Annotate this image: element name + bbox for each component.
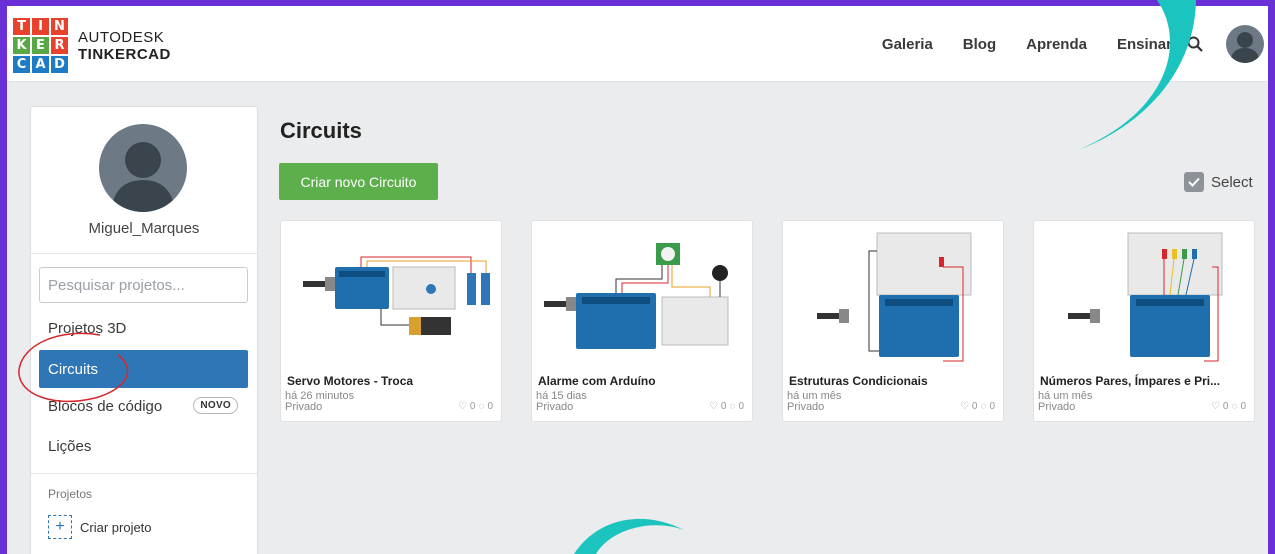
heart-icon: ♡ (457, 401, 467, 412)
create-project-label: Criar projeto (80, 519, 152, 535)
logo-letter: C (13, 56, 30, 73)
select-label: Select (1211, 173, 1253, 191)
tinkercad-logo[interactable]: T I N K E R C A D AUTODESK TINKERCAD (13, 18, 171, 73)
divider (31, 253, 257, 254)
nav-link-galeria[interactable]: Galeria (882, 36, 933, 53)
nav-link-aprenda[interactable]: Aprenda (1026, 36, 1087, 53)
nav-link-ensinar[interactable]: Ensinar (1117, 36, 1172, 53)
app-window: T I N K E R C A D AUTODESK TINKERCAD Gal… (7, 6, 1268, 554)
project-card[interactable]: Servo Motores - Troca há 26 minutos Priv… (280, 220, 502, 422)
checkmark-icon (1188, 177, 1200, 187)
project-card[interactable]: Estruturas Condicionais há um mês Privad… (782, 220, 1004, 422)
comments-count: 0 (1240, 401, 1246, 412)
project-privacy: Privado (536, 401, 574, 413)
project-card[interactable]: Alarme com Arduíno há 15 dias Privado ♡ 0… (531, 220, 753, 422)
user-avatar[interactable] (1226, 25, 1264, 63)
create-project-button[interactable]: + Criar projeto (48, 515, 152, 539)
checkbox[interactable] (1184, 172, 1204, 192)
project-stats: ♡ 0 ◌ 0 (458, 401, 493, 412)
projects-section-label: Projetos (48, 487, 93, 501)
avatar-silhouette-icon (1230, 32, 1260, 63)
sidebar-item-code-blocks[interactable]: Blocos de código NOVO (39, 387, 248, 425)
project-privacy: Privado (787, 401, 825, 413)
logo-letter: N (51, 18, 68, 35)
logo-letter: E (32, 37, 49, 54)
project-search-input[interactable] (39, 267, 248, 303)
comment-icon: ◌ (980, 401, 987, 412)
project-stats: ♡ 0 ◌ 0 (709, 401, 744, 412)
plus-icon: + (48, 515, 72, 539)
likes-count: 0 (469, 401, 476, 412)
logo-letter: T (13, 18, 30, 35)
logo-letter: D (51, 56, 68, 73)
sidebar-item-circuits[interactable]: Circuits (39, 350, 248, 388)
project-privacy: Privado (285, 401, 323, 413)
heart-icon: ♡ (708, 401, 718, 412)
brand-line-autodesk: AUTODESK (78, 28, 165, 46)
top-bar: T I N K E R C A D AUTODESK TINKERCAD Gal… (7, 6, 1268, 82)
project-stats: ♡ 0 ◌ 0 (960, 401, 995, 412)
project-name[interactable]: Estruturas Condicionais (789, 374, 999, 388)
sidebar: Miguel_Marques Projetos 3D Circuits Bloc… (30, 106, 258, 554)
sidebar-item-3d-projects[interactable]: Projetos 3D (39, 309, 248, 347)
page-title: Circuits (280, 118, 362, 143)
heart-icon: ♡ (1210, 401, 1220, 412)
circuit-thumbnail (303, 256, 490, 335)
comment-icon: ◌ (478, 401, 485, 412)
heart-icon: ♡ (959, 401, 969, 412)
brand-line-tinkercad: TINKERCAD (78, 45, 171, 63)
sidebar-item-lessons[interactable]: Lições (39, 427, 248, 465)
project-stats: ♡ 0 ◌ 0 (1211, 401, 1246, 412)
project-card[interactable]: Números Pares, Ímpares e Pri... há um mê… (1033, 220, 1255, 422)
sidebar-item-label: Lições (48, 437, 92, 455)
comment-icon: ◌ (1231, 401, 1238, 412)
comments-count: 0 (738, 401, 744, 412)
profile-avatar[interactable] (99, 124, 187, 212)
sidebar-item-label: Circuits (48, 360, 99, 378)
comments-count: 0 (487, 401, 493, 412)
comments-count: 0 (989, 401, 995, 412)
select-toggle[interactable]: Select (1184, 172, 1253, 192)
top-navigation: Galeria Blog Aprenda Ensinar (882, 36, 1172, 53)
new-badge: NOVO (193, 397, 238, 414)
project-privacy: Privado (1038, 401, 1076, 413)
project-name[interactable]: Números Pares, Ímpares e Pri... (1040, 374, 1250, 388)
logo-letter: K (13, 37, 30, 54)
profile-username[interactable]: Miguel_Marques (31, 220, 257, 237)
divider (31, 473, 257, 474)
sidebar-item-label: Blocos de código (48, 397, 163, 415)
comment-icon: ◌ (729, 401, 736, 412)
logo-grid: T I N K E R C A D (13, 18, 68, 73)
nav-link-blog[interactable]: Blog (963, 36, 996, 53)
search-icon[interactable] (1187, 36, 1203, 52)
circuit-thumbnail (544, 243, 729, 349)
sidebar-item-label: Projetos 3D (48, 319, 127, 337)
project-name[interactable]: Alarme com Arduíno (538, 374, 748, 388)
likes-count: 0 (1222, 401, 1229, 412)
project-name[interactable]: Servo Motores - Troca (287, 374, 497, 388)
circuit-thumbnail (817, 232, 972, 362)
circuit-thumbnail (1068, 232, 1223, 362)
brand-text: AUTODESK TINKERCAD (78, 29, 171, 63)
logo-letter: A (32, 56, 49, 73)
likes-count: 0 (720, 401, 727, 412)
logo-letter: R (51, 37, 68, 54)
avatar-silhouette-icon (111, 142, 175, 212)
create-circuit-button[interactable]: Criar novo Circuito (279, 163, 438, 200)
likes-count: 0 (971, 401, 978, 412)
logo-letter: I (32, 18, 49, 35)
